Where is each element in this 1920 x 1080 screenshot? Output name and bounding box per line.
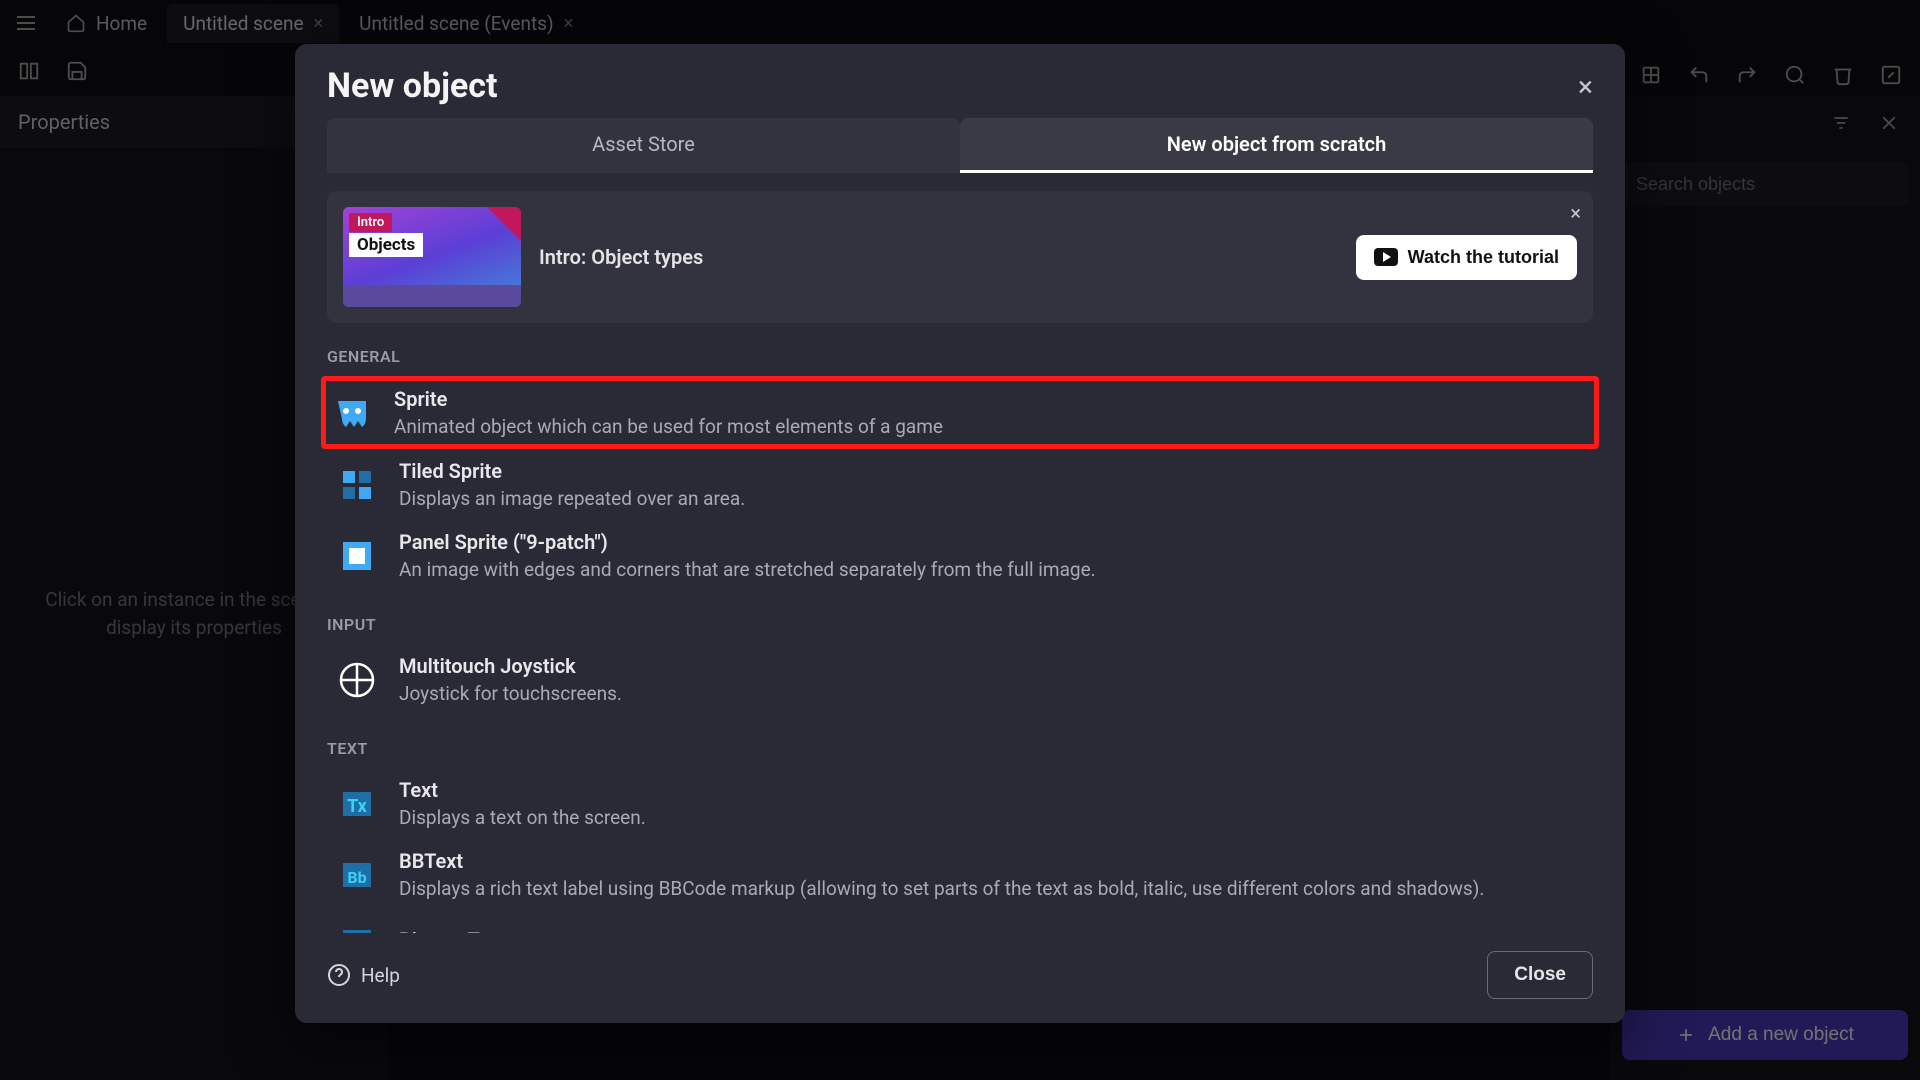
object-type-panel-sprite[interactable]: Panel Sprite ("9-patch") An image with e… <box>327 520 1593 591</box>
intro-card: Intro Objects Intro: Object types Watch … <box>327 191 1593 323</box>
object-desc: Animated object which can be used for mo… <box>394 415 943 438</box>
object-desc: Displays a rich text label using BBCode … <box>399 877 1484 900</box>
help-icon <box>327 963 351 987</box>
tab-asset-store[interactable]: Asset Store <box>327 118 960 173</box>
modal-overlay: New object × Asset Store New object from… <box>0 0 1920 1080</box>
object-name: Bitmap Text <box>399 928 506 933</box>
intro-thumbnail: Intro Objects <box>343 207 521 307</box>
bitmap-text-icon: BF <box>335 920 379 933</box>
help-link[interactable]: Help <box>327 963 400 987</box>
new-object-modal: New object × Asset Store New object from… <box>295 44 1625 1023</box>
object-name: Sprite <box>394 387 943 411</box>
object-desc: An image with edges and corners that are… <box>399 558 1096 581</box>
object-type-joystick[interactable]: Multitouch Joystick Joystick for touchsc… <box>327 644 1593 715</box>
bbtext-icon: Bb <box>335 853 379 897</box>
section-general: GENERAL <box>327 347 1593 366</box>
youtube-icon <box>1374 248 1398 266</box>
close-button[interactable]: Close <box>1487 951 1593 999</box>
tiled-sprite-icon <box>335 463 379 507</box>
close-icon[interactable]: × <box>1578 70 1593 103</box>
close-icon[interactable]: × <box>1570 201 1581 225</box>
object-desc: Joystick for touchscreens. <box>399 682 622 705</box>
tab-new-from-scratch[interactable]: New object from scratch <box>960 118 1593 173</box>
text-icon: Tx <box>335 782 379 826</box>
object-type-text[interactable]: Tx Text Displays a text on the screen. <box>327 768 1593 839</box>
sprite-icon <box>330 391 374 435</box>
intro-badge: Intro <box>349 213 392 232</box>
object-type-tiled-sprite[interactable]: Tiled Sprite Displays an image repeated … <box>327 449 1593 520</box>
object-type-sprite[interactable]: Sprite Animated object which can be used… <box>321 376 1599 449</box>
object-type-bitmap-text[interactable]: BF Bitmap Text <box>327 910 1593 933</box>
button-label: Watch the tutorial <box>1408 247 1559 268</box>
object-name: Tiled Sprite <box>399 459 745 483</box>
intro-thumb-label: Objects <box>349 233 423 257</box>
joystick-icon <box>335 658 379 702</box>
object-desc: Displays an image repeated over an area. <box>399 487 745 510</box>
panel-sprite-icon <box>335 534 379 578</box>
svg-text:Tx: Tx <box>347 796 367 817</box>
modal-title: New object <box>327 66 498 106</box>
object-name: Multitouch Joystick <box>399 654 622 678</box>
object-type-bbtext[interactable]: Bb BBText Displays a rich text label usi… <box>327 839 1593 910</box>
object-name: Panel Sprite ("9-patch") <box>399 530 1096 554</box>
section-text: TEXT <box>327 739 1593 758</box>
object-name: Text <box>399 778 646 802</box>
svg-text:Bb: Bb <box>347 868 366 887</box>
section-input: INPUT <box>327 615 1593 634</box>
help-label: Help <box>361 964 400 987</box>
object-name: BBText <box>399 849 1484 873</box>
intro-title: Intro: Object types <box>539 245 1338 269</box>
watch-tutorial-button[interactable]: Watch the tutorial <box>1356 235 1577 280</box>
object-desc: Displays a text on the screen. <box>399 806 646 829</box>
